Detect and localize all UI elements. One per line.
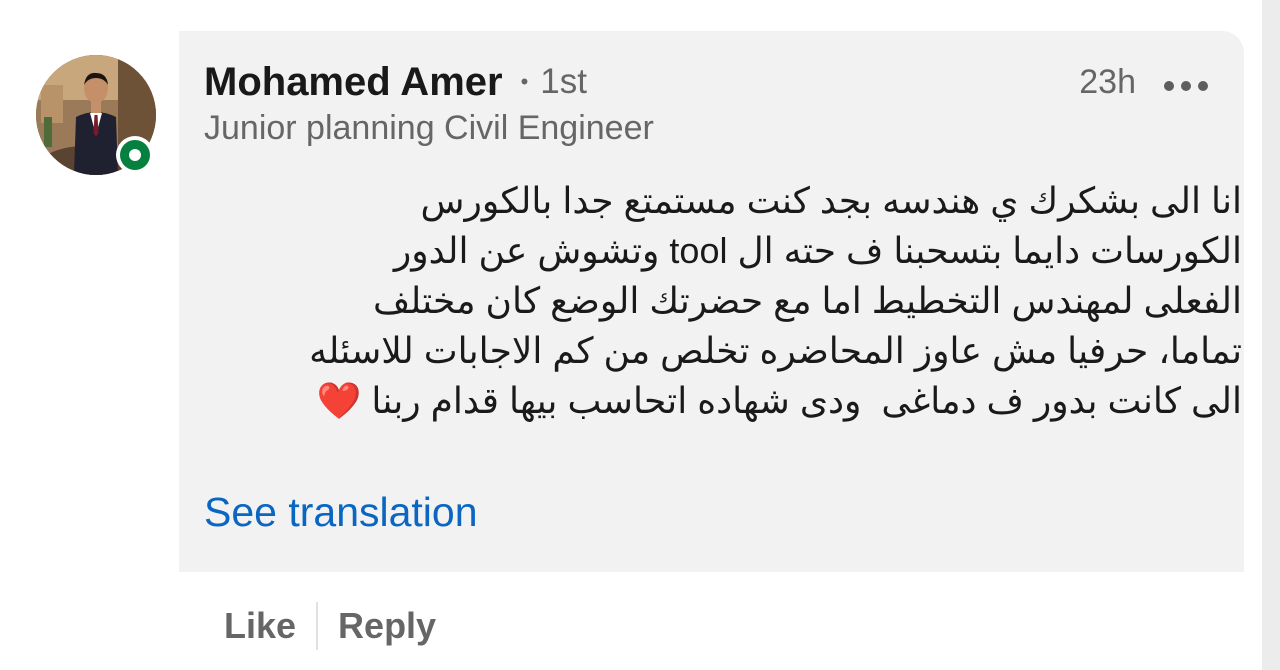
- comment-actions: Like Reply: [204, 600, 456, 652]
- comment-timestamp: 23h: [1079, 63, 1136, 101]
- author-name[interactable]: Mohamed Amer: [204, 60, 503, 105]
- like-button[interactable]: Like: [204, 605, 316, 647]
- author-line: Mohamed Amer • 1st: [204, 59, 587, 105]
- comment-bubble: Mohamed Amer • 1st Junior planning Civil…: [179, 31, 1244, 572]
- more-dot: [1164, 81, 1174, 91]
- more-options-icon[interactable]: [1164, 76, 1208, 96]
- connection-degree: 1st: [540, 62, 587, 101]
- online-presence-icon: [116, 136, 154, 174]
- more-dot: [1198, 81, 1208, 91]
- scroll-edge: [1262, 0, 1280, 670]
- reply-button[interactable]: Reply: [318, 605, 456, 647]
- see-translation-link[interactable]: See translation: [204, 489, 478, 536]
- separator-dot: •: [520, 69, 529, 94]
- more-dot: [1181, 81, 1191, 91]
- comment-body: انا الى بشكرك ي هندسه بجد كنت مستمتع جدا…: [309, 180, 1242, 421]
- author-headline: Junior planning Civil Engineer: [204, 109, 654, 147]
